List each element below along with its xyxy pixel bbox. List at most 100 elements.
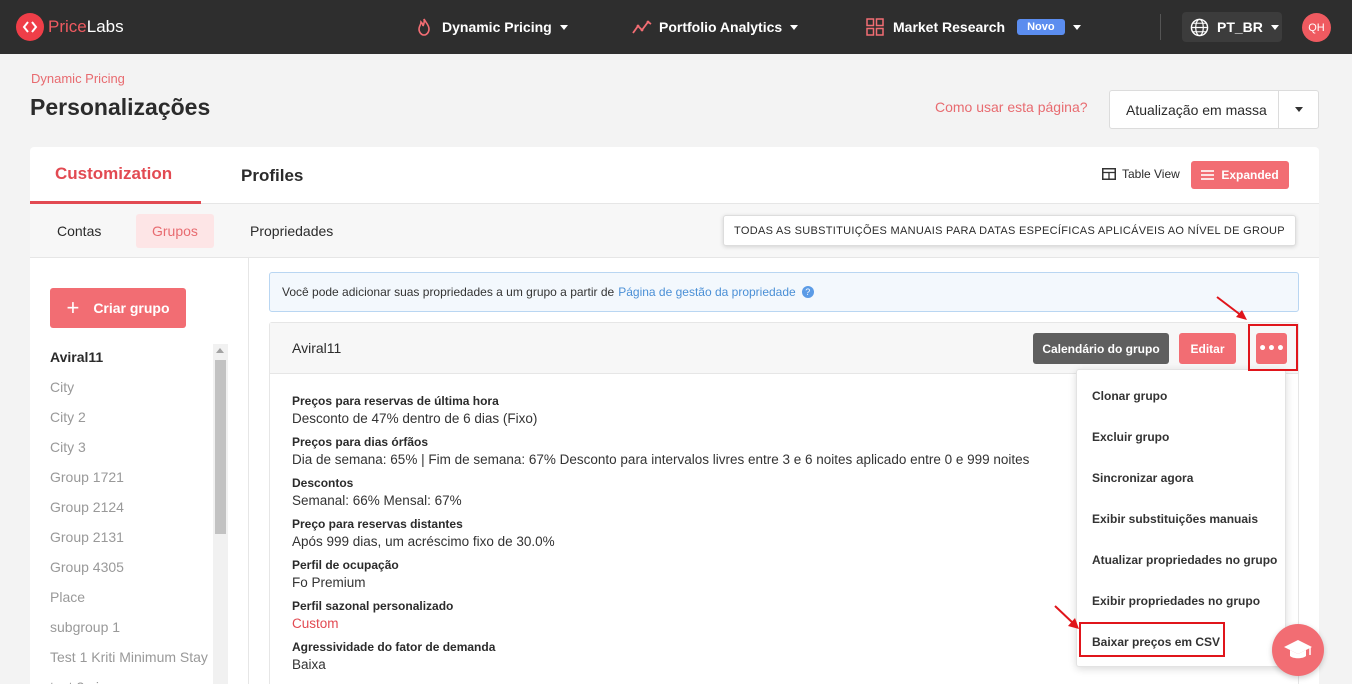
annotation-highlight-csv: [1079, 622, 1225, 657]
nav-label: Market Research: [893, 19, 1006, 35]
setting-value: Semanal: 66% Mensal: 67%: [292, 493, 462, 508]
nav-dynamic-pricing[interactable]: Dynamic Pricing: [415, 0, 568, 54]
globe-icon: [1190, 18, 1209, 37]
annotation-arrow-icon: [1054, 605, 1079, 629]
property-management-link[interactable]: Página de gestão da propriedade: [618, 285, 795, 299]
group-item[interactable]: Group 2124: [50, 492, 212, 522]
group-settings: Preços para reservas de última hora Desc…: [292, 394, 1192, 681]
bulk-update-dropdown[interactable]: Atualização em massa: [1109, 90, 1319, 129]
user-avatar[interactable]: QH: [1302, 13, 1331, 42]
new-badge: Novo: [1017, 19, 1065, 35]
scrollbar-thumb[interactable]: [215, 360, 226, 534]
menu-update-properties[interactable]: Atualizar propriedades no grupo: [1092, 553, 1277, 567]
nav-label: Dynamic Pricing: [442, 19, 552, 35]
group-item[interactable]: Group 2131: [50, 522, 212, 552]
setting-label: Preços para dias órfãos: [292, 435, 429, 449]
group-item[interactable]: City 3: [50, 432, 212, 462]
logo-icon: [16, 13, 44, 41]
menu-sync-now[interactable]: Sincronizar agora: [1092, 471, 1193, 485]
group-list: Aviral11 City City 2 City 3 Group 1721 G…: [50, 342, 212, 684]
plus-icon: +: [66, 295, 80, 320]
setting-orphan-days: Preços para dias órfãos Dia de semana: 6…: [292, 435, 1192, 469]
flame-icon: [415, 18, 433, 36]
setting-value: Após 999 dias, um acréscimo fixo de 30.0…: [292, 534, 555, 549]
setting-value: Dia de semana: 65% | Fim de semana: 67% …: [292, 452, 1030, 467]
chevron-down-icon: [1294, 107, 1303, 112]
logo-text: PriceLabs: [48, 17, 124, 36]
pricelabs-logo[interactable]: PriceLabs: [16, 13, 124, 41]
trend-chart-icon: [632, 18, 652, 36]
group-item[interactable]: Aviral11: [50, 342, 212, 372]
tab-profiles[interactable]: Profiles: [241, 147, 303, 204]
subtab-propriedades[interactable]: Propriedades: [234, 214, 349, 248]
menu-clone-group[interactable]: Clonar grupo: [1092, 389, 1167, 403]
all-manual-overrides-button[interactable]: TODAS AS SUBSTITUIÇÕES MANUAIS PARA DATA…: [723, 215, 1296, 246]
annotation-highlight-more: [1248, 324, 1298, 371]
menu-view-properties[interactable]: Exibir propriedades no grupo: [1092, 594, 1260, 608]
nav-market-research[interactable]: Market Research Novo: [866, 0, 1081, 54]
create-group-label: Criar grupo: [93, 300, 170, 316]
tab-customization[interactable]: Customization: [30, 147, 201, 204]
groups-sidebar: + Criar grupo Aviral11 City City 2 City …: [30, 258, 249, 684]
group-calendar-button[interactable]: Calendário do grupo: [1033, 333, 1169, 364]
bulk-update-label: Atualização em massa: [1126, 101, 1267, 118]
group-item[interactable]: test 2 ajay: [50, 672, 212, 684]
group-item[interactable]: Test 1 Kriti Minimum Stay: [50, 642, 212, 672]
grid-icon: [866, 18, 884, 36]
group-item[interactable]: Group 1721: [50, 462, 212, 492]
nav-divider: [1160, 14, 1161, 40]
info-banner: Você pode adicionar suas propriedades a …: [269, 272, 1299, 312]
expanded-label: Expanded: [1221, 168, 1279, 182]
info-text: Você pode adicionar suas propriedades a …: [282, 285, 615, 299]
setting-demand-aggressiveness: Agressividade do fator de demanda Baixa: [292, 640, 1192, 674]
setting-value: Fo Premium: [292, 575, 366, 590]
group-item[interactable]: subgroup 1: [50, 612, 212, 642]
main-tabs: Customization Profiles Table View Expand…: [30, 147, 1319, 204]
setting-label: Perfil de ocupação: [292, 558, 399, 572]
setting-last-minute: Preços para reservas de última hora Desc…: [292, 394, 1192, 428]
language-label: PT_BR: [1217, 19, 1263, 35]
setting-discounts: Descontos Semanal: 66% Mensal: 67%: [292, 476, 1192, 510]
edit-button[interactable]: Editar: [1179, 333, 1236, 364]
setting-label: Preço para reservas distantes: [292, 517, 463, 531]
subtab-contas[interactable]: Contas: [41, 214, 117, 248]
nav-label: Portfolio Analytics: [659, 19, 783, 35]
annotation-arrow-icon: [1216, 296, 1247, 320]
scroll-up-icon[interactable]: [216, 348, 224, 353]
group-item[interactable]: City: [50, 372, 212, 402]
setting-far-out: Preço para reservas distantes Após 999 d…: [292, 517, 1192, 551]
top-navbar: PriceLabs Dynamic Pricing Portfolio Anal…: [0, 0, 1352, 54]
table-view-label: Table View: [1122, 167, 1180, 181]
menu-view-overrides[interactable]: Exibir substituições manuais: [1092, 512, 1258, 526]
setting-value: Desconto de 47% dentro de 6 dias (Fixo): [292, 411, 538, 426]
academy-help-button[interactable]: [1272, 624, 1324, 676]
create-group-button[interactable]: + Criar grupo: [50, 288, 186, 328]
group-item[interactable]: Place: [50, 582, 212, 612]
table-view-toggle[interactable]: Table View: [1102, 167, 1180, 181]
language-selector[interactable]: PT_BR: [1182, 12, 1282, 42]
nav-portfolio-analytics[interactable]: Portfolio Analytics: [632, 0, 799, 54]
expanded-view-button[interactable]: Expanded: [1191, 161, 1289, 189]
menu-delete-group[interactable]: Excluir grupo: [1092, 430, 1169, 444]
group-list-scrollbar[interactable]: [213, 344, 228, 684]
chevron-down-icon: [1072, 24, 1081, 30]
breadcrumb[interactable]: Dynamic Pricing: [31, 71, 125, 86]
how-to-use-link[interactable]: Como usar esta página?: [935, 99, 1088, 115]
group-item[interactable]: Group 4305: [50, 552, 212, 582]
setting-value: Baixa: [292, 657, 326, 672]
chevron-down-icon: [1270, 24, 1279, 30]
group-item[interactable]: City 2: [50, 402, 212, 432]
chevron-down-icon: [790, 24, 799, 30]
group-card-header: Aviral11 Calendário do grupo Editar •••: [270, 323, 1298, 374]
list-icon: [1201, 170, 1215, 180]
setting-label: Descontos: [292, 476, 354, 490]
help-icon[interactable]: ?: [801, 286, 814, 298]
page-title: Personalizações: [30, 94, 211, 120]
setting-label: Agressividade do fator de demanda: [292, 640, 496, 654]
bulk-update-toggle[interactable]: [1278, 91, 1318, 128]
chevron-down-icon: [559, 24, 568, 30]
group-name: Aviral11: [292, 340, 342, 356]
subtab-grupos[interactable]: Grupos: [136, 214, 214, 248]
sub-tabs: Contas Grupos Propriedades TODAS AS SUBS…: [30, 204, 1319, 258]
setting-label: Preços para reservas de última hora: [292, 394, 499, 408]
